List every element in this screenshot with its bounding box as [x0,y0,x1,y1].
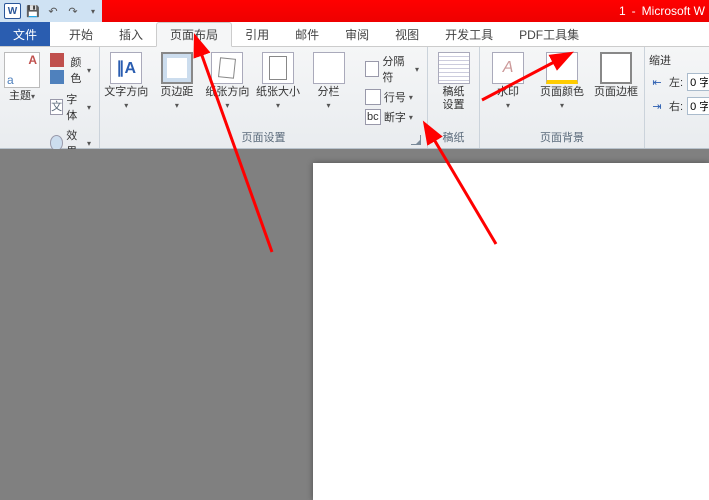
watermark-icon: A [492,52,524,84]
group-page-background: A 水印▾ 页面颜色▾ 页面边框 页面背景 [480,47,645,148]
ribbon: 主题▾ 颜色▾ 文 字体▾ 效果▾ 主题 ∥A [0,47,709,149]
size-button[interactable]: 纸张大小▾ [256,52,301,112]
group-themes: 主题▾ 颜色▾ 文 字体▾ 效果▾ 主题 [0,47,100,148]
indent-left-input[interactable] [687,73,709,91]
breaks-button[interactable]: 分隔符▾ [361,52,423,86]
document-page[interactable] [313,163,709,500]
columns-icon [313,52,345,84]
margins-icon [161,52,193,84]
group-manuscript: 稿纸设置 稿纸 [428,47,480,148]
undo-icon[interactable]: ↶ [45,3,61,19]
theme-colors-label: 颜色 [70,54,84,86]
save-icon[interactable]: 💾 [25,3,41,19]
quick-access-toolbar: W 💾 ↶ ↷ ▾ [0,0,102,22]
indent-header: 缩进 [649,52,671,68]
word-icon[interactable]: W [4,3,21,19]
indent-right-icon: ⇥ [649,98,665,114]
manuscript-icon [438,52,470,84]
indent-right-input[interactable] [687,97,709,115]
document-workspace [0,149,709,500]
indent-left-label: 左: [669,74,683,90]
margins-button[interactable]: 页边距▾ [155,52,200,112]
group-indent: 缩进 ⇤ 左: ⇥ 右: [645,47,709,148]
tab-page-layout[interactable]: 页面布局 [156,22,232,47]
text-direction-icon: ∥A [110,52,142,84]
tab-pdf-tools[interactable]: PDF工具集 [506,22,592,46]
redo-icon[interactable]: ↷ [65,3,81,19]
page-color-icon [546,52,578,84]
tab-references[interactable]: 引用 [232,22,282,46]
colors-icon [50,53,67,87]
hyphenation-button[interactable]: bc断字▾ [361,108,423,126]
themes-button[interactable]: 主题▾ [4,52,40,103]
tab-view[interactable]: 视图 [382,22,432,46]
tab-developer[interactable]: 开发工具 [432,22,506,46]
group-background-label: 页面背景 [484,127,640,148]
title-sep: - [632,4,636,18]
orientation-icon [211,52,243,84]
tab-insert[interactable]: 插入 [106,22,156,46]
themes-icon [4,52,40,88]
line-numbers-button[interactable]: 行号▾ [361,88,423,106]
theme-fonts-label: 字体 [66,91,84,123]
theme-colors-button[interactable]: 颜色▾ [46,52,95,88]
window-title: 1 - Microsoft W [619,4,705,18]
theme-fonts-button[interactable]: 文 字体▾ [46,90,95,124]
text-direction-button[interactable]: ∥A 文字方向▾ [104,52,149,112]
group-page-setup-label: 页面设置 [242,132,286,144]
columns-button[interactable]: 分栏▾ [306,52,351,112]
title-bar: W 💾 ↶ ↷ ▾ 1 - Microsoft W [0,0,709,22]
page-setup-dialog-launcher[interactable] [411,135,421,145]
group-manuscript-label: 稿纸 [432,127,475,148]
breaks-icon [365,61,380,77]
manuscript-settings-button[interactable]: 稿纸设置 [432,52,475,112]
fonts-icon: 文 [50,99,63,115]
indent-left-icon: ⇤ [649,74,665,90]
qat-customize-icon[interactable]: ▾ [85,3,101,19]
app-name: Microsoft W [642,4,705,18]
tab-home[interactable]: 开始 [56,22,106,46]
page-borders-button[interactable]: 页面边框 [592,52,640,99]
indent-right-label: 右: [669,98,683,114]
hyphenation-icon: bc [365,109,381,125]
tab-file[interactable]: 文件 [0,22,50,46]
ribbon-tabs: 文件 开始 插入 页面布局 引用 邮件 审阅 视图 开发工具 PDF工具集 [0,22,709,47]
tab-mailings[interactable]: 邮件 [282,22,332,46]
page-color-button[interactable]: 页面颜色▾ [538,52,586,112]
orientation-button[interactable]: 纸张方向▾ [205,52,250,112]
chevron-down-icon: ▾ [31,92,35,101]
page-borders-icon [600,52,632,84]
doc-name: 1 [619,4,626,18]
group-page-setup: ∥A 文字方向▾ 页边距▾ 纸张方向▾ 纸张大小▾ 分栏▾ 分隔符▾ 行号▾ [100,47,428,148]
line-numbers-icon [365,89,381,105]
themes-label: 主题 [9,90,31,102]
watermark-button[interactable]: A 水印▾ [484,52,532,112]
tab-review[interactable]: 审阅 [332,22,382,46]
size-icon [262,52,294,84]
